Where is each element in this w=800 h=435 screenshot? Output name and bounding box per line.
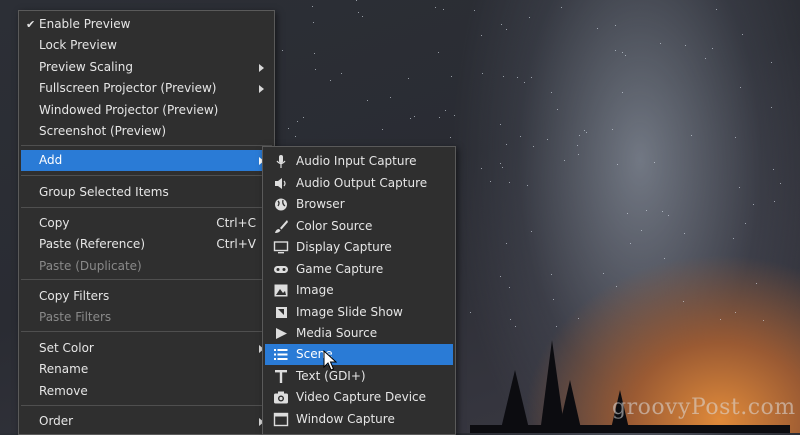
submenu-item-text-gdi[interactable]: Text (GDI+)	[265, 366, 453, 387]
submenu-item-label: Window Capture	[296, 412, 395, 426]
watermark-text: groovyPost.com	[612, 395, 796, 420]
submenu-item-color-source[interactable]: Color Source	[265, 216, 453, 237]
submenu-item-label: Browser	[296, 197, 345, 211]
menu-separator	[21, 279, 272, 280]
checkmark-icon: ✔	[26, 18, 36, 31]
context-menu: ✔ Enable Preview Lock Preview Preview Sc…	[18, 10, 275, 435]
menu-item-screenshot[interactable]: Screenshot (Preview)	[21, 121, 272, 142]
menu-item-lock-preview[interactable]: Lock Preview	[21, 35, 272, 56]
speaker-icon	[275, 178, 286, 189]
submenu-item-label: Color Source	[296, 219, 373, 233]
submenu-item-media-source[interactable]: Media Source	[265, 323, 453, 344]
menu-item-label: Copy	[39, 216, 70, 230]
menu-item-order[interactable]: Order	[21, 411, 272, 432]
menu-item-fullscreen-projector[interactable]: Fullscreen Projector (Preview)	[21, 78, 272, 99]
menu-item-label: Lock Preview	[39, 38, 117, 52]
gamepad-icon	[274, 266, 288, 273]
submenu-arrow-icon	[259, 85, 264, 93]
menu-item-label: Order	[39, 414, 74, 428]
menu-item-set-color[interactable]: Set Color	[21, 338, 272, 359]
menu-item-paste-filters[interactable]: Paste Filters	[21, 307, 272, 328]
menu-item-rename[interactable]: Rename	[21, 359, 272, 380]
menu-separator	[21, 145, 272, 146]
menu-item-label: Enable Preview	[39, 17, 131, 31]
paintbrush-icon	[275, 220, 288, 233]
submenu-item-browser[interactable]: Browser	[265, 194, 453, 215]
monitor-icon	[273, 241, 289, 254]
menu-item-label: Group Selected Items	[39, 185, 169, 199]
menu-item-label: Paste (Duplicate)	[39, 259, 142, 273]
submenu-item-video-capture[interactable]: Video Capture Device	[265, 387, 453, 408]
submenu-item-image[interactable]: Image	[265, 280, 453, 301]
menu-separator	[21, 175, 272, 176]
submenu-item-label: Audio Output Capture	[296, 176, 428, 190]
submenu-item-label: Video Capture Device	[296, 390, 427, 404]
microphone-icon	[276, 155, 286, 168]
submenu-item-label: Display Capture	[296, 240, 392, 254]
menu-item-label: Rename	[39, 362, 89, 376]
menu-item-label: Add	[39, 153, 63, 167]
add-submenu: Audio Input Capture Audio Output Capture…	[262, 146, 456, 435]
submenu-item-label: Image	[296, 283, 334, 297]
menu-item-label: Windowed Projector (Preview)	[39, 103, 219, 117]
shortcut-label: Ctrl+C	[216, 216, 256, 230]
camera-icon	[274, 391, 288, 404]
submenu-item-game-capture[interactable]: Game Capture	[265, 259, 453, 280]
menu-item-enable-preview[interactable]: ✔ Enable Preview	[21, 14, 272, 35]
menu-item-paste-duplicate[interactable]: Paste (Duplicate)	[21, 256, 272, 277]
submenu-item-label: Audio Input Capture	[296, 154, 417, 168]
menu-separator	[21, 405, 272, 406]
list-icon	[274, 349, 288, 360]
image-icon	[274, 284, 288, 297]
slideshow-icon	[276, 307, 287, 318]
menu-item-label: Copy Filters	[39, 289, 110, 303]
menu-item-label: Paste Filters	[39, 310, 112, 324]
submenu-item-label: Game Capture	[296, 262, 384, 276]
shortcut-label: Ctrl+V	[216, 237, 256, 251]
menu-item-copy[interactable]: Copy Ctrl+C	[21, 213, 272, 234]
submenu-item-audio-input[interactable]: Audio Input Capture	[265, 151, 453, 172]
submenu-item-image-slide-show[interactable]: Image Slide Show	[265, 302, 453, 323]
menu-item-group-selected[interactable]: Group Selected Items	[21, 182, 272, 203]
submenu-item-display-capture[interactable]: Display Capture	[265, 237, 453, 258]
submenu-item-label: Media Source	[296, 326, 378, 340]
globe-icon	[275, 198, 287, 211]
menu-item-copy-filters[interactable]: Copy Filters	[21, 286, 272, 307]
submenu-item-scene[interactable]: Scene	[265, 344, 453, 365]
menu-item-label: Set Color	[39, 341, 94, 355]
window-icon	[273, 412, 289, 427]
menu-item-paste-reference[interactable]: Paste (Reference) Ctrl+V	[21, 234, 272, 255]
menu-separator	[21, 207, 272, 208]
submenu-arrow-icon	[259, 64, 264, 72]
menu-item-label: Remove	[39, 384, 88, 398]
menu-item-label: Fullscreen Projector (Preview)	[39, 81, 217, 95]
mouse-cursor-icon	[323, 350, 337, 371]
menu-item-preview-scaling[interactable]: Preview Scaling	[21, 57, 272, 78]
text-icon	[275, 370, 287, 383]
play-icon	[276, 328, 287, 339]
submenu-item-audio-output[interactable]: Audio Output Capture	[265, 173, 453, 194]
menu-item-windowed-projector[interactable]: Windowed Projector (Preview)	[21, 100, 272, 121]
menu-item-label: Preview Scaling	[39, 60, 133, 74]
menu-item-label: Paste (Reference)	[39, 237, 145, 251]
menu-separator	[21, 331, 272, 332]
menu-item-add[interactable]: Add	[21, 150, 272, 171]
submenu-item-label: Image Slide Show	[296, 305, 403, 319]
menu-item-label: Screenshot (Preview)	[39, 124, 167, 138]
menu-item-remove[interactable]: Remove	[21, 381, 272, 402]
submenu-item-window-capture[interactable]: Window Capture	[265, 409, 453, 430]
